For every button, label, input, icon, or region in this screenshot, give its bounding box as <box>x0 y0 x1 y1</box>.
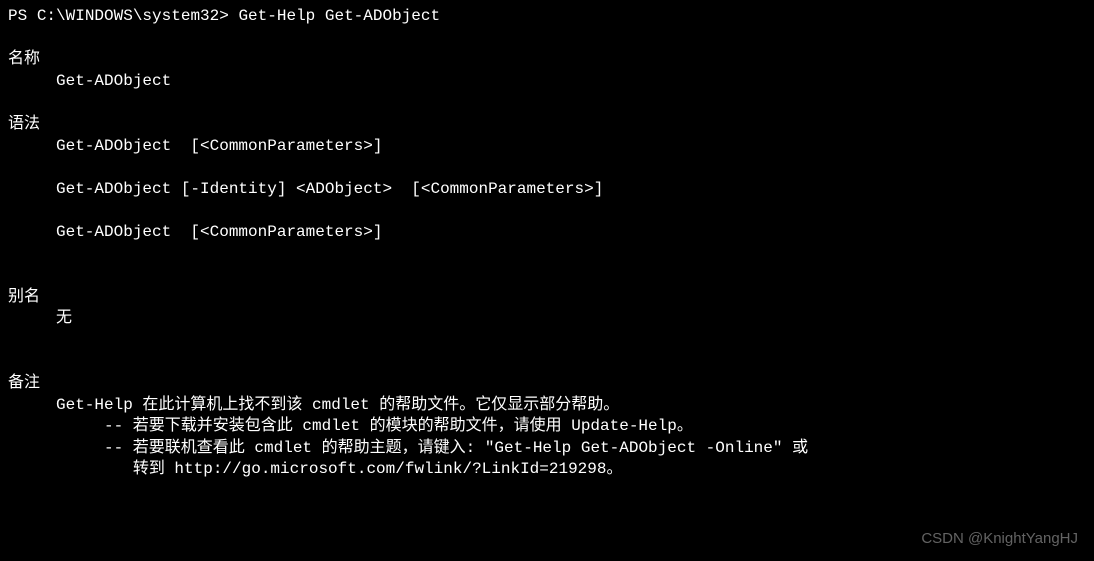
prompt-separator: > <box>219 7 238 25</box>
section-aliases-value: 无 <box>8 308 1086 330</box>
prompt-line[interactable]: PS C:\WINDOWS\system32> Get-Help Get-ADO… <box>8 6 1086 28</box>
syntax-line: Get-ADObject [<CommonParameters>] <box>8 136 1086 158</box>
section-remarks-header: 备注 <box>8 373 1086 395</box>
remarks-line: -- 若要下载并安装包含此 cmdlet 的模块的帮助文件，请使用 Update… <box>8 416 1086 438</box>
blank-line <box>8 265 1086 287</box>
section-syntax-header: 语法 <box>8 114 1086 136</box>
remarks-line: 转到 http://go.microsoft.com/fwlink/?LinkI… <box>8 459 1086 481</box>
blank-line <box>8 200 1086 222</box>
remarks-line: -- 若要联机查看此 cmdlet 的帮助主题，请键入: "Get-Help G… <box>8 438 1086 460</box>
blank-line <box>8 157 1086 179</box>
prompt-prefix: PS <box>8 7 37 25</box>
watermark-text: CSDN @KnightYangHJ <box>921 529 1078 549</box>
section-name-value: Get-ADObject <box>8 71 1086 93</box>
blank-line <box>8 28 1086 50</box>
blank-line <box>8 244 1086 266</box>
blank-line <box>8 92 1086 114</box>
section-name-header: 名称 <box>8 49 1086 71</box>
remarks-line: Get-Help 在此计算机上找不到该 cmdlet 的帮助文件。它仅显示部分帮… <box>8 395 1086 417</box>
command-input: Get-Help Get-ADObject <box>238 7 440 25</box>
syntax-line: Get-ADObject [<CommonParameters>] <box>8 222 1086 244</box>
prompt-path: C:\WINDOWS\system32 <box>37 7 219 25</box>
blank-line <box>8 352 1086 374</box>
section-aliases-header: 别名 <box>8 287 1086 309</box>
blank-line <box>8 330 1086 352</box>
syntax-line: Get-ADObject [-Identity] <ADObject> [<Co… <box>8 179 1086 201</box>
